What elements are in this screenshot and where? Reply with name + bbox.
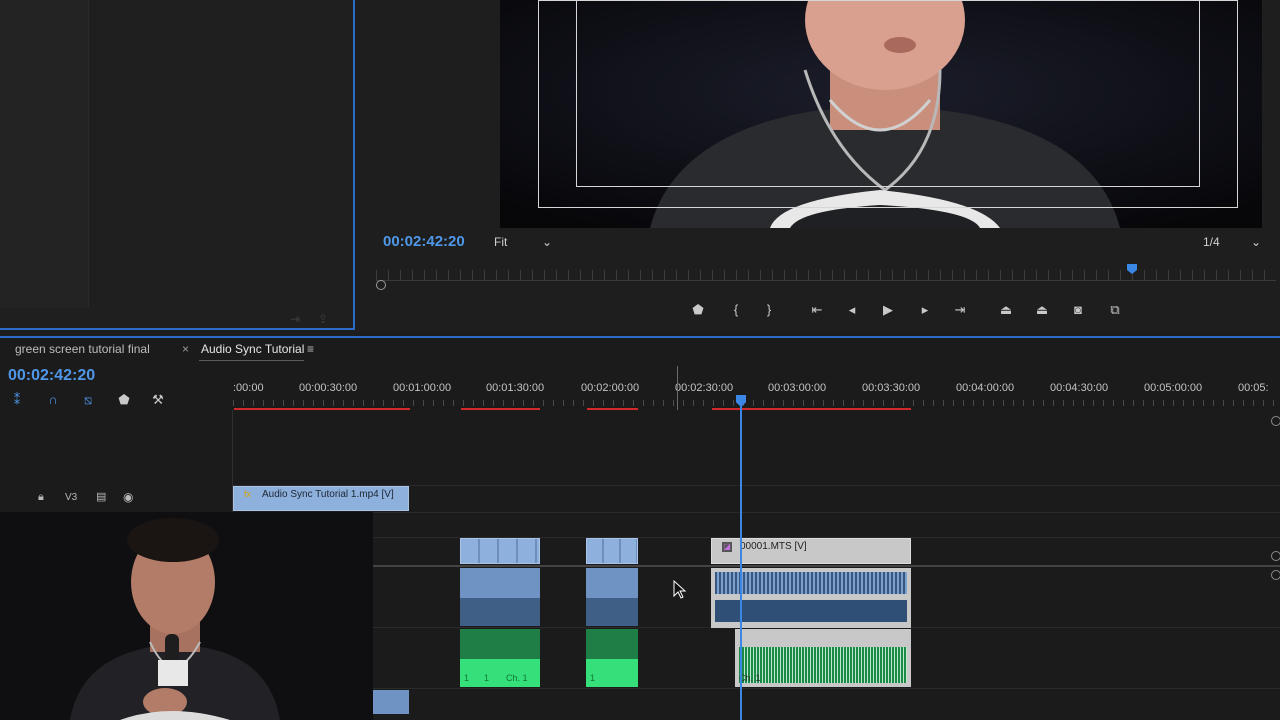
mark-out-icon[interactable]: } — [758, 301, 780, 319]
project-bin-area — [0, 0, 89, 308]
audio-clip-green-mts[interactable]: Ch. 1 — [735, 629, 911, 687]
track-divider — [233, 688, 1280, 689]
clip-name: Audio Sync Tutorial 1.mp4 [V] — [262, 489, 394, 500]
vertical-scroll-handle[interactable] — [1271, 551, 1280, 561]
channel-label: Ch. 1 — [506, 673, 528, 683]
insert-icon: ⇥ — [290, 312, 301, 326]
magnet-icon[interactable]: ∩ — [42, 391, 64, 409]
channel-label: 1 — [484, 673, 490, 683]
source-panel: ⇥ ⇪ — [0, 0, 355, 330]
audio-clip[interactable] — [460, 568, 540, 626]
resolution-dropdown-value: 1/4 — [1203, 235, 1220, 249]
timeline-playhead-line — [740, 405, 742, 720]
linked-selection-icon[interactable]: ⧅ — [77, 391, 99, 409]
channel-label: 1 — [590, 673, 596, 683]
zoom-dropdown[interactable]: Fit ⌄ — [494, 235, 554, 249]
title-safe-guide — [576, 0, 1200, 187]
ruler-label: :00:00 — [233, 382, 264, 394]
waveform — [715, 572, 907, 594]
ruler-label: 00:05: — [1238, 382, 1269, 394]
step-forward-icon[interactable]: ▸ — [914, 301, 936, 319]
ruler-label: 00:04:30:00 — [1050, 382, 1109, 394]
sync-lock-icon[interactable]: ▤ — [96, 490, 106, 503]
zoom-dropdown-value: Fit — [494, 235, 508, 249]
channel-label: Ch. 1 — [739, 673, 761, 683]
chevron-down-icon: ⌄ — [1251, 235, 1262, 249]
render-bar — [587, 408, 638, 410]
vertical-scroll-handle[interactable] — [1271, 416, 1280, 426]
eye-icon[interactable]: ◉ — [123, 490, 133, 504]
go-to-in-icon[interactable]: ⇤ — [806, 301, 828, 319]
lift-icon[interactable]: ⏏ — [995, 301, 1017, 319]
tab-audio-sync-tutorial[interactable]: Audio Sync Tutorial — [201, 342, 304, 356]
video-clip[interactable] — [586, 538, 638, 564]
active-tab-underline — [199, 360, 304, 361]
tab-green-screen-tutorial-final[interactable]: green screen tutorial final — [15, 342, 150, 356]
mark-in-icon[interactable]: { — [725, 301, 747, 319]
video-clip[interactable] — [460, 538, 540, 564]
step-back-icon[interactable]: ◂ — [841, 301, 863, 319]
waveform-lower — [715, 600, 907, 622]
audio-clip-green[interactable]: 1 — [586, 629, 638, 687]
extract-icon[interactable]: ⏏ — [1031, 301, 1053, 319]
ruler-ticks — [233, 400, 1280, 406]
audio-clip[interactable] — [373, 690, 409, 714]
marker-icon[interactable]: ⬟ — [113, 391, 135, 409]
ruler-label: 00:04:00:00 — [956, 382, 1015, 394]
ruler-label: 00:03:30:00 — [862, 382, 921, 394]
panel-menu-icon[interactable]: ≡ — [307, 342, 314, 356]
ruler-label: 00:03:00:00 — [768, 382, 827, 394]
ruler-label: 00:00:30:00 — [299, 382, 358, 394]
lock-icon[interactable]: 🔒︎ — [38, 491, 44, 504]
add-marker-icon[interactable]: ⬟ — [687, 301, 709, 319]
go-to-out-icon[interactable]: ⇥ — [949, 301, 971, 319]
play-icon[interactable]: ▶ — [877, 301, 899, 319]
presenter-image — [0, 512, 373, 720]
close-icon[interactable]: × — [182, 342, 189, 356]
ruler-label: 00:02:00:00 — [581, 382, 640, 394]
waveform — [739, 647, 907, 683]
overwrite-icon: ⇪ — [318, 312, 329, 326]
timeline-timecode[interactable]: 00:02:42:20 — [8, 367, 95, 385]
program-time-ruler[interactable] — [376, 270, 1276, 281]
wrench-icon[interactable]: ⚒ — [147, 391, 169, 409]
export-frame-icon[interactable]: ◙ — [1067, 301, 1089, 319]
track-header-v3: 🔒︎ V3 ▤ ◉ — [0, 485, 232, 512]
audio-clip-green[interactable]: 1 1 Ch. 1 — [460, 629, 540, 687]
resolution-dropdown[interactable]: 1/4 ⌄ — [1203, 235, 1263, 249]
zoom-scroll-handle[interactable] — [376, 280, 386, 290]
channel-label: 1 — [464, 673, 470, 683]
vertical-scroll-handle[interactable] — [1271, 570, 1280, 580]
ruler-label: 00:01:30:00 — [486, 382, 545, 394]
fx-icon: ◪ — [722, 542, 732, 552]
track-divider — [233, 512, 1280, 513]
ruler-label: 00:01:00:00 — [393, 382, 452, 394]
clip-name: 00001.MTS [V] — [740, 541, 807, 552]
program-timecode[interactable]: 00:02:42:20 — [383, 233, 465, 250]
render-bar — [234, 408, 410, 410]
ruler-label: 00:02:30:00 — [675, 382, 734, 394]
mouse-cursor-icon — [673, 580, 687, 599]
in-point-marker — [677, 366, 678, 410]
snap-icon[interactable]: ⁑ — [6, 391, 28, 409]
timeline-ruler[interactable]: :00:00 00:00:30:00 00:01:00:00 00:01:30:… — [233, 380, 1280, 410]
audio-video-divider[interactable] — [233, 565, 1280, 567]
compare-view-icon[interactable]: ⧉ — [1104, 301, 1126, 319]
audio-clip[interactable] — [586, 568, 638, 626]
track-label-v3[interactable]: V3 — [65, 492, 77, 503]
fx-badge: fx — [244, 489, 252, 499]
ruler-label: 00:05:00:00 — [1144, 382, 1203, 394]
webcam-overlay — [0, 512, 373, 720]
chevron-down-icon: ⌄ — [542, 235, 553, 249]
render-bar — [461, 408, 540, 410]
video-clip[interactable]: fx Audio Sync Tutorial 1.mp4 [V] — [233, 486, 409, 511]
